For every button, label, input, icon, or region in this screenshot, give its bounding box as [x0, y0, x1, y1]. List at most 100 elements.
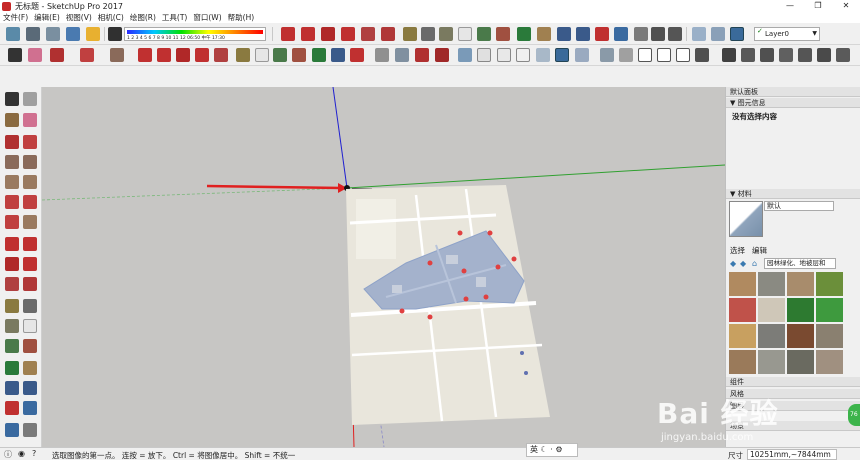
paint-bucket-icon[interactable] [292, 48, 306, 62]
iso-view-icon[interactable] [600, 48, 614, 62]
material-swatch[interactable] [816, 298, 843, 322]
polygon-icon[interactable] [23, 175, 37, 189]
help-icon[interactable]: ? [32, 449, 36, 458]
offset-icon[interactable] [23, 277, 37, 291]
shadow-time-slider[interactable]: 1 2 3 4 5 6 7 8 9 10 11 12 06:50 中午 17:3… [124, 27, 266, 41]
back-arrow-icon[interactable]: ◆ [730, 259, 736, 268]
ruby-icon[interactable] [435, 48, 449, 62]
push-pull-icon[interactable] [23, 237, 37, 251]
select-icon[interactable] [5, 92, 19, 106]
paint-bucket-icon[interactable] [5, 113, 19, 127]
back-edges-icon[interactable] [477, 48, 491, 62]
getting-started-icon[interactable] [6, 27, 20, 41]
shadows-icon[interactable] [108, 27, 122, 41]
move-icon[interactable] [281, 27, 295, 41]
material-swatch[interactable] [729, 350, 756, 374]
forward-arrow-icon[interactable]: ◆ [740, 259, 746, 268]
rotate-icon[interactable] [321, 27, 335, 41]
tab-edit[interactable]: 编辑 [752, 245, 767, 256]
material-swatch[interactable] [729, 272, 756, 296]
material-swatch[interactable] [758, 324, 785, 348]
zoom-window-icon[interactable] [576, 27, 590, 41]
front-view-icon[interactable] [638, 48, 652, 62]
tape-measure-icon[interactable] [236, 48, 250, 62]
menu-tools[interactable]: 工具(T) [162, 12, 187, 23]
select-icon[interactable] [8, 48, 22, 62]
3d-text-icon[interactable] [23, 339, 37, 353]
zoom-extents-icon[interactable] [5, 401, 19, 415]
extension-icon[interactable] [415, 48, 429, 62]
maximize-button[interactable]: ❐ [804, 0, 832, 12]
orbit-icon[interactable] [312, 48, 326, 62]
menu-camera[interactable]: 相机(C) [98, 12, 124, 23]
look-around-icon[interactable] [634, 27, 648, 41]
make-component-icon[interactable] [23, 92, 37, 106]
eraser-icon[interactable] [28, 48, 42, 62]
menu-help[interactable]: 帮助(H) [228, 12, 255, 23]
material-name-field[interactable]: 默认 [764, 201, 834, 211]
settings-gear-icon[interactable]: ⚙ [555, 445, 562, 454]
info-icon[interactable]: ⓘ [4, 449, 12, 460]
material-swatch[interactable] [787, 324, 814, 348]
outer-shell-icon[interactable] [722, 48, 736, 62]
axes-icon[interactable] [5, 339, 19, 353]
minimize-button[interactable]: — [776, 0, 804, 12]
follow-me-icon[interactable] [341, 27, 355, 41]
position-camera-icon[interactable] [5, 423, 19, 437]
material-swatch[interactable] [729, 324, 756, 348]
walk-icon[interactable] [651, 27, 665, 41]
zoom-extents-icon[interactable] [595, 27, 609, 41]
close-button[interactable]: ✕ [832, 0, 860, 12]
protractor-icon[interactable] [439, 27, 453, 41]
menu-file[interactable]: 文件(F) [3, 12, 28, 23]
axes-icon[interactable] [477, 27, 491, 41]
notification-badge[interactable]: 76 [848, 404, 860, 426]
menu-edit[interactable]: 编辑(E) [34, 12, 60, 23]
footprint-icon[interactable] [668, 27, 682, 41]
material-swatch[interactable] [787, 272, 814, 296]
previous-view-icon[interactable] [23, 401, 37, 415]
dimension-icon[interactable] [23, 299, 37, 313]
eraser-icon[interactable] [23, 113, 37, 127]
google-earth-icon[interactable] [86, 27, 100, 41]
solid-inspector-icon[interactable] [836, 48, 850, 62]
orbit-icon[interactable] [517, 27, 531, 41]
tape-measure-icon[interactable] [5, 299, 19, 313]
tab-select[interactable]: 选择 [730, 245, 745, 256]
top-view-icon[interactable] [619, 48, 633, 62]
rotated-rectangle-icon[interactable] [23, 155, 37, 169]
trim-icon[interactable] [779, 48, 793, 62]
follow-me-icon[interactable] [23, 257, 37, 271]
push-pull-icon[interactable] [301, 27, 315, 41]
material-swatch[interactable] [816, 350, 843, 374]
axes-icon[interactable] [273, 48, 287, 62]
measurements-field[interactable]: 10251mm,~7844mm [747, 449, 837, 460]
hidden-line-icon[interactable] [516, 48, 530, 62]
extension-warehouse-icon[interactable] [66, 27, 80, 41]
look-around-icon[interactable] [23, 423, 37, 437]
position-camera-icon[interactable] [614, 27, 628, 41]
arc-icon[interactable] [80, 48, 94, 62]
zoom-icon[interactable] [331, 48, 345, 62]
move-icon[interactable] [5, 237, 19, 251]
ime-toolbar[interactable]: 英 ☾ · ⚙ [526, 443, 578, 457]
warehouse-icon[interactable] [375, 48, 389, 62]
split-icon[interactable] [817, 48, 831, 62]
arc-icon[interactable] [5, 195, 19, 209]
material-swatch[interactable] [787, 298, 814, 322]
materials-header[interactable]: ▼ 材料 [726, 189, 860, 199]
offset-icon[interactable] [381, 27, 395, 41]
wireframe-icon[interactable] [497, 48, 511, 62]
subtract-icon[interactable] [760, 48, 774, 62]
shaded-textures-icon[interactable] [555, 48, 569, 62]
menu-window[interactable]: 窗口(W) [193, 12, 221, 23]
right-view-icon[interactable] [657, 48, 671, 62]
layer-dropdown[interactable]: Layer0 ▼ [754, 27, 820, 41]
move-icon[interactable] [157, 48, 171, 62]
protractor-icon[interactable] [5, 319, 19, 333]
text-icon[interactable] [255, 48, 269, 62]
orbit-icon[interactable] [5, 361, 19, 375]
rotate-icon[interactable] [176, 48, 190, 62]
entity-info-header[interactable]: ▼ 图元信息 [726, 98, 860, 108]
ime-mode[interactable]: 英 [530, 445, 538, 454]
